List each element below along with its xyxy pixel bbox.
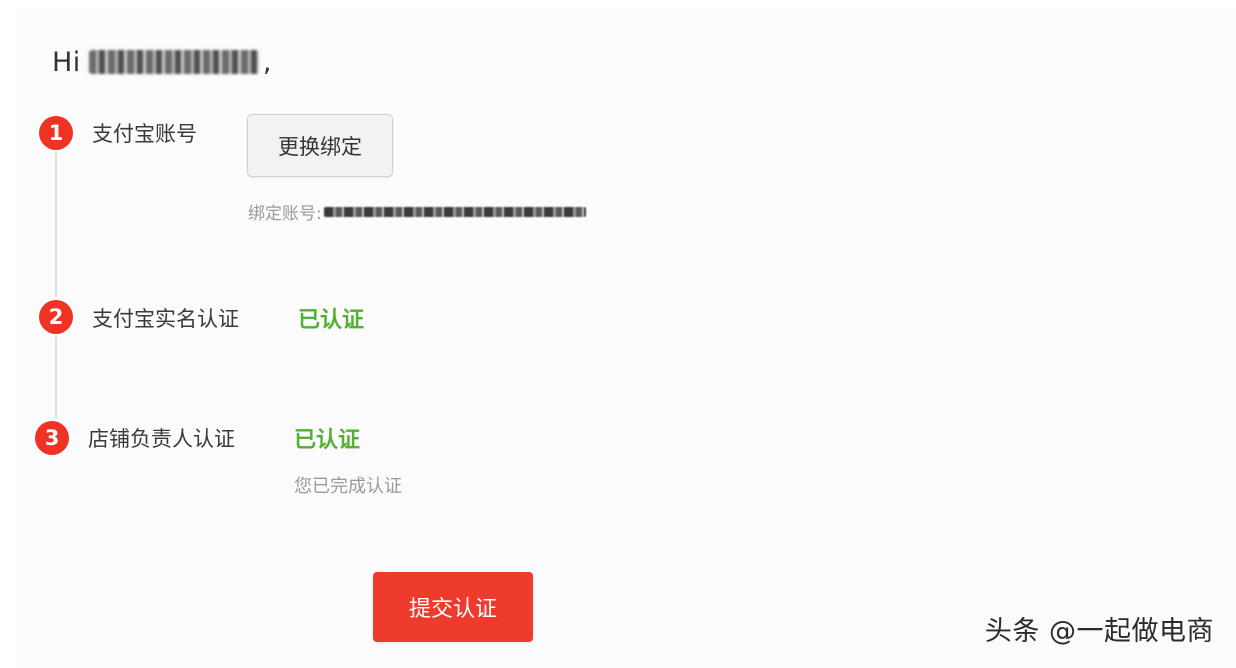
bound-account: 绑定账号: (248, 199, 586, 224)
step-1-label: 支付宝账号 (92, 122, 197, 146)
greeting-suffix: , (262, 46, 272, 78)
watermark: 头条 @一起做电商 (984, 616, 1214, 647)
step-2-number: 2 (39, 300, 73, 334)
timeline-connector (55, 334, 57, 422)
masked-account-email (323, 206, 586, 217)
submit-verification-button[interactable]: 提交认证 (373, 572, 533, 642)
step-3-number: 3 (35, 421, 69, 455)
greeting-prefix: Hi (52, 46, 81, 78)
step-3-label: 店铺负责人认证 (88, 427, 235, 451)
bound-account-label: 绑定账号: (248, 204, 322, 224)
verification-complete-hint: 您已完成认证 (294, 476, 402, 497)
timeline-connector (55, 150, 57, 300)
greeting: Hi , (52, 42, 272, 82)
change-binding-button[interactable]: 更换绑定 (247, 114, 393, 177)
step-2-status: 已认证 (298, 308, 365, 333)
verification-panel (16, 8, 1236, 668)
masked-username (88, 50, 259, 74)
step-1-number: 1 (39, 116, 73, 150)
step-3-status: 已认证 (294, 428, 361, 453)
step-2-label: 支付宝实名认证 (92, 307, 239, 331)
